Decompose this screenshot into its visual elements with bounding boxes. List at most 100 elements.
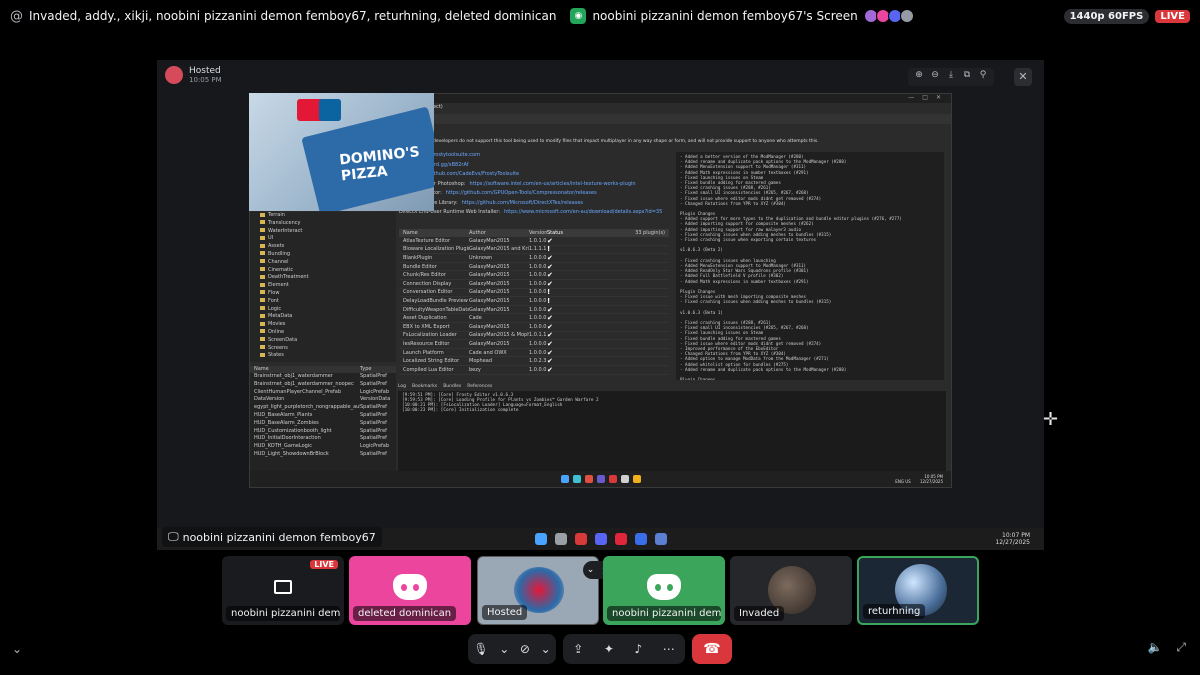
camera-off-icon[interactable]: ⊘ xyxy=(520,642,530,656)
table-row[interactable]: Launch Platform Cade and OWX 1.0.0.0 ✔ xyxy=(399,349,669,358)
tree-item[interactable]: DeathTreatment xyxy=(250,274,396,282)
list-item[interactable]: HUD_InitialDoorInteraction SpatialPref xyxy=(250,435,396,443)
tree-item[interactable]: Logic xyxy=(250,306,396,314)
list-item[interactable]: DataVersion VersionData xyxy=(250,396,396,404)
table-row[interactable]: Asset Duplication Cade 1.0.0.0 ✔ xyxy=(399,314,669,323)
table-row[interactable]: Conversation Editor GalaxyMan2015 1.0.0.0! xyxy=(399,288,669,298)
screen-share-icon[interactable]: ⇪ xyxy=(573,642,583,656)
app-icon[interactable] xyxy=(654,533,667,545)
tree-item[interactable]: ScreenData xyxy=(250,337,396,345)
list-item[interactable]: Brainstrnet_obj1_waterdammer_noopec Spati… xyxy=(250,381,396,389)
tree-item[interactable]: Terrain xyxy=(250,212,396,220)
table-row[interactable]: Bundle Editor GalaxyMan2015 1.0.0.0 ✔ xyxy=(399,263,669,272)
chevron-down-icon[interactable]: ⌄ xyxy=(12,642,22,656)
close-icon[interactable]: ✕ xyxy=(1014,68,1032,86)
app-icon[interactable] xyxy=(634,533,647,545)
mic-icon[interactable]: 🎙 xyxy=(473,642,488,656)
app-icon[interactable] xyxy=(596,475,605,483)
volume-icon[interactable]: 🔈 xyxy=(1147,640,1162,655)
app-icon[interactable] xyxy=(620,475,629,483)
app-icon[interactable] xyxy=(632,475,641,483)
list-item[interactable]: HUD_BaseAlarm_Plants SpatialPref xyxy=(250,412,396,420)
app-icon[interactable] xyxy=(574,533,587,545)
changelog-panel[interactable]: - Added a better version of the ModManag… xyxy=(676,152,944,380)
tree-item[interactable]: Cinematic xyxy=(250,267,396,275)
soundboard-icon[interactable]: ♪ xyxy=(634,642,642,656)
table-row[interactable]: AtlasTexture Editor GalaxyMan2015 1.0.1.0 ✔ xyxy=(399,237,669,246)
table-row[interactable]: Compiled Lua Editor bezy 1.0.0.0 ✔ xyxy=(399,366,669,375)
tree-item[interactable]: States xyxy=(250,352,396,360)
chevron-down-icon[interactable]: ⌄ xyxy=(541,642,551,656)
table-row[interactable]: DifficultyWeaponTableDataPluginGalaxyMan… xyxy=(399,306,669,315)
log-tab[interactable]: References xyxy=(467,384,492,389)
table-row[interactable]: IesResource Editor GalaxyMan2015 1.0.0.0 ✔ xyxy=(399,340,669,349)
link-url[interactable]: https://github.com/Microsoft/DirectXTex/… xyxy=(462,200,583,206)
app-icon[interactable] xyxy=(572,475,581,483)
fullscreen-icon[interactable]: ⤢ xyxy=(1176,640,1186,655)
list-item[interactable]: HUD_BaseAlarm_Zombies SpatialPref xyxy=(250,420,396,428)
participant-tile[interactable]: deleted dominican xyxy=(349,556,471,625)
discord-icon[interactable] xyxy=(594,533,607,545)
viewer-avatars[interactable] xyxy=(863,9,914,23)
table-row[interactable]: EBX to XML Export GalaxyMan2015 1.0.0.0 ✔ xyxy=(399,323,669,332)
tree-item[interactable]: MetaData xyxy=(250,313,396,321)
tree-item[interactable]: Assets xyxy=(250,243,396,251)
tree-item[interactable]: Movies xyxy=(250,321,396,329)
tree-item[interactable]: Bundling xyxy=(250,251,396,259)
tree-item[interactable]: Channel xyxy=(250,259,396,267)
list-item[interactable]: egypt_light_purpletorch_nongrappable_aut… xyxy=(250,404,396,412)
table-row[interactable]: Localized String Editor Mophead 1.0.2.3 ✔ xyxy=(399,357,669,366)
activities-icon[interactable]: ✦ xyxy=(604,642,614,656)
windows-icon[interactable] xyxy=(534,533,547,545)
app-icon[interactable] xyxy=(608,475,617,483)
opera-icon[interactable] xyxy=(614,533,627,545)
popout-icon[interactable]: ⧉ xyxy=(960,70,974,84)
more-icon[interactable]: ⋯ xyxy=(663,642,675,656)
table-row[interactable]: DelayLoadBundle Preview GalaxyMan2015 1.0.… xyxy=(399,297,669,306)
list-item[interactable]: Brainstrnet_obj1_waterdammer SpatialPref xyxy=(250,373,396,381)
list-item[interactable]: HUD_Customizationbooth_light SpatialPref xyxy=(250,428,396,436)
table-row[interactable]: BlankPlugin Unknown 1.0.0.0 ✔ xyxy=(399,254,669,263)
chevron-down-icon[interactable]: ⌄ xyxy=(499,642,509,656)
tree-item[interactable]: WaterInteract xyxy=(250,228,396,236)
link-url[interactable]: https://github.com/GPUOpen-Tools/Compres… xyxy=(446,190,597,196)
link-url[interactable]: https://software.intel.com/en-us/article… xyxy=(470,181,636,187)
asset-tree[interactable]: Terrain Translucency WaterInteract UI Assets… xyxy=(250,212,396,362)
table-row[interactable]: Bioware Localization Plugin GalaxyMan2015… xyxy=(399,245,669,255)
download-icon[interactable]: ⤓ xyxy=(944,70,958,84)
table-row[interactable]: Chunk/Res Editor GalaxyMan2015 1.0.0.0 ✔ xyxy=(399,271,669,280)
table-row[interactable]: FsLocalization Loader GalaxyMan2015 & Mop… xyxy=(399,331,669,341)
tree-item[interactable]: Font xyxy=(250,298,396,306)
tree-item[interactable]: Element xyxy=(250,282,396,290)
zoom-in-icon[interactable]: ⊕ xyxy=(912,70,926,84)
log-tab[interactable]: Bundles xyxy=(443,384,461,389)
minimize-icon[interactable]: — xyxy=(908,94,914,103)
link-url[interactable]: https://www.microsoft.com/en-au/download… xyxy=(504,209,662,215)
tree-item[interactable]: UI xyxy=(250,235,396,243)
list-item[interactable]: HUD_Light_ShowdownBrBlock SpatialPref xyxy=(250,451,396,459)
table-row[interactable]: Connection Display GalaxyMan2015 1.0.0.0 ✔ xyxy=(399,280,669,289)
participant-tile[interactable]: Hosted xyxy=(477,556,599,625)
tree-item[interactable]: Flow xyxy=(250,290,396,298)
app-icon[interactable] xyxy=(584,475,593,483)
tree-item[interactable]: Screens xyxy=(250,345,396,353)
maximize-icon[interactable]: □ xyxy=(922,94,928,103)
link-icon[interactable]: ⚲ xyxy=(976,70,990,84)
log-tab[interactable]: Bookmarks xyxy=(412,384,437,389)
participant-tile[interactable]: Invaded xyxy=(730,556,852,625)
log-tab[interactable]: Log xyxy=(398,384,406,389)
close-icon[interactable]: ✕ xyxy=(936,94,941,103)
tree-item[interactable]: Translucency xyxy=(250,220,396,228)
windows-icon[interactable] xyxy=(560,475,569,483)
zoom-out-icon[interactable]: ⊖ xyxy=(928,70,942,84)
list-item[interactable]: ClientHumanPlayerChannel_Prefab LogicPref… xyxy=(250,389,396,397)
participant-tile[interactable]: LIVE noobini pizzanini demon ... xyxy=(222,556,344,625)
asset-list[interactable]: Name Type Brainstrnet_obj1_waterdammer Sp… xyxy=(250,366,396,472)
list-item[interactable]: HUD_KOTH_GameLogic LogicPrefab xyxy=(250,443,396,451)
search-icon[interactable] xyxy=(554,533,567,545)
stream-quality-badge[interactable]: 1440p 60FPS xyxy=(1063,8,1150,24)
participant-tile-speaking[interactable]: returhning xyxy=(857,556,979,625)
hangup-button[interactable]: ☎ xyxy=(692,634,732,664)
participant-tile[interactable]: noobini pizzanini demon fe... xyxy=(603,556,725,625)
tree-item[interactable]: Online xyxy=(250,329,396,337)
